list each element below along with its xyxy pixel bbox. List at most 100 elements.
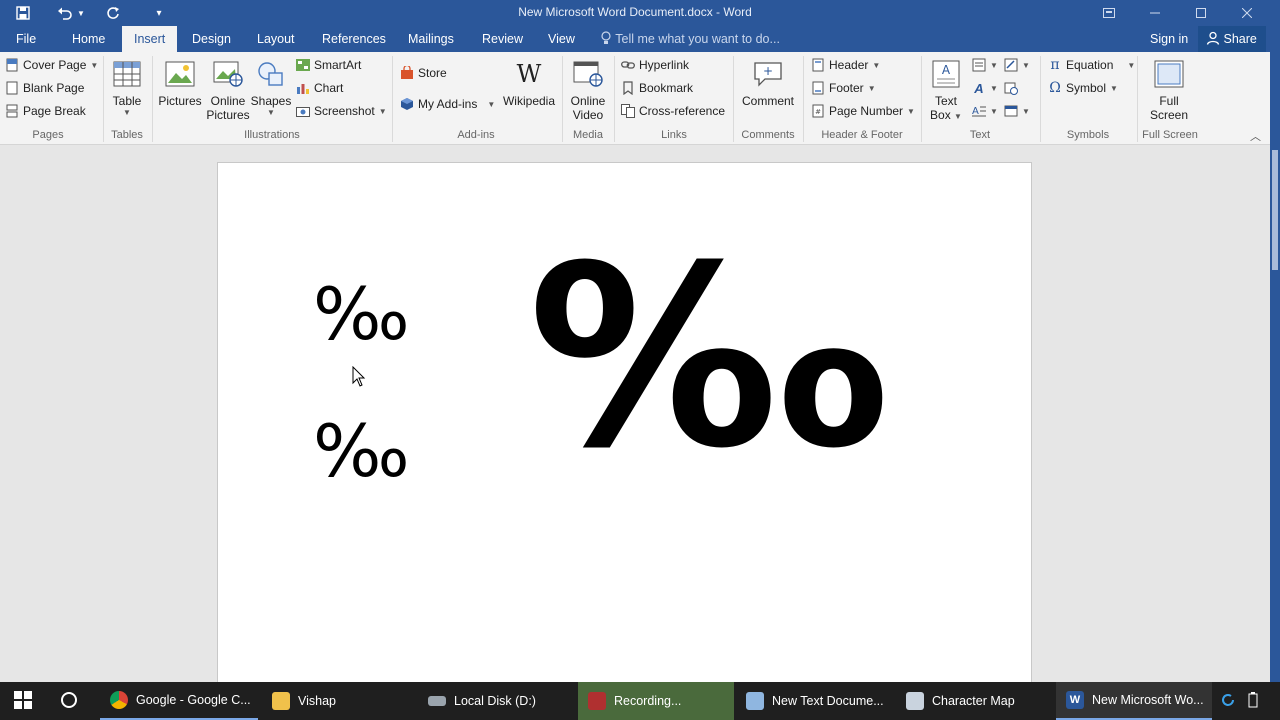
redo-icon[interactable]: [100, 0, 126, 26]
group-label-comments: Comments: [741, 129, 795, 141]
taskbar-item-chrome[interactable]: Google - Google C...: [100, 682, 258, 720]
my-addins-label: My Add-ins: [418, 97, 478, 111]
tell-me-search[interactable]: Tell me what you want to do...: [600, 26, 780, 52]
footer-button[interactable]: Footer ▼: [811, 81, 876, 95]
tab-insert[interactable]: Insert: [122, 26, 178, 52]
pictures-button[interactable]: Pictures: [157, 58, 203, 108]
chevron-down-icon: ▼: [1110, 83, 1118, 93]
page-number-button[interactable]: # Page Number ▼: [811, 104, 915, 118]
text-box-button[interactable]: A Text Box ▼: [926, 58, 966, 122]
shapes-label: Shapes: [250, 94, 292, 108]
cover-page-button[interactable]: Cover Page ▼: [5, 58, 98, 72]
windows-logo-icon: [14, 690, 32, 712]
word-icon: W: [1066, 691, 1084, 709]
wikipedia-button[interactable]: W Wikipedia: [500, 58, 558, 108]
ribbon: Cover Page ▼ Blank Page Page Break Pages …: [0, 52, 1270, 145]
tab-design[interactable]: Design: [180, 26, 243, 52]
scrollbar-thumb[interactable]: [1272, 150, 1278, 270]
customize-qat-icon[interactable]: ▾: [146, 0, 172, 26]
quick-parts-button[interactable]: ▼: [972, 58, 998, 72]
wikipedia-label: Wikipedia: [502, 94, 556, 108]
permille-symbol-large: ‰: [528, 212, 888, 503]
tab-references[interactable]: References: [310, 26, 398, 52]
collapse-ribbon-icon[interactable]: ︿: [1250, 128, 1261, 144]
taskbar-item-local-disk[interactable]: Local Disk (D:): [418, 682, 576, 720]
shapes-button[interactable]: Shapes ▼: [251, 58, 291, 117]
tab-layout[interactable]: Layout: [245, 26, 307, 52]
my-addins-button[interactable]: My Add-ins ▼: [400, 97, 495, 111]
signature-line-button[interactable]: ▼: [1004, 58, 1030, 72]
hyperlink-button[interactable]: Hyperlink: [621, 58, 689, 72]
save-icon[interactable]: [10, 0, 36, 26]
online-video-button[interactable]: Online Video: [566, 58, 610, 122]
refresh-tray-icon: [1220, 692, 1236, 711]
full-screen-label-1: Full: [1159, 94, 1179, 108]
svg-text:A: A: [972, 106, 979, 117]
table-button[interactable]: Table ▼: [108, 58, 146, 117]
chrome-icon: [110, 691, 128, 709]
header-button[interactable]: Header ▼: [811, 58, 880, 72]
chevron-down-icon: ▼: [90, 60, 99, 70]
symbol-button[interactable]: Ω Symbol ▼: [1048, 80, 1118, 96]
smartart-button[interactable]: SmartArt: [296, 58, 361, 72]
text-box-icon: A: [930, 58, 962, 90]
blank-page-button[interactable]: Blank Page: [5, 81, 84, 95]
close-button[interactable]: [1224, 0, 1270, 26]
equation-button[interactable]: π Equation ▼: [1048, 57, 1135, 73]
svg-text:+: +: [763, 64, 773, 78]
chart-button[interactable]: Chart: [296, 81, 343, 95]
comment-button[interactable]: + Comment: [738, 58, 798, 108]
tab-mailings[interactable]: Mailings: [396, 26, 466, 52]
tell-me-text: Tell me what you want to do...: [615, 32, 780, 46]
svg-text:A: A: [942, 63, 951, 77]
object-icon: [1004, 104, 1018, 118]
taskbar-item-notepad[interactable]: New Text Docume...: [736, 682, 894, 720]
cross-reference-button[interactable]: Cross-reference: [621, 104, 725, 118]
group-separator: [733, 56, 734, 142]
tab-review[interactable]: Review: [470, 26, 535, 52]
chart-label: Chart: [314, 81, 344, 95]
maximize-button[interactable]: [1178, 0, 1224, 26]
tab-home[interactable]: Home: [60, 26, 117, 52]
taskbar-item-character-map[interactable]: Character Map: [896, 682, 1054, 720]
sign-in-link[interactable]: Sign in: [1150, 26, 1188, 52]
full-screen-button[interactable]: Full Screen: [1146, 58, 1192, 122]
tab-view[interactable]: View: [536, 26, 587, 52]
chart-icon: [296, 81, 310, 95]
drop-cap-icon: A: [972, 104, 986, 118]
svg-text:#: #: [815, 108, 821, 116]
bookmark-button[interactable]: Bookmark: [621, 81, 693, 95]
cortana-button[interactable]: [50, 682, 94, 720]
online-pictures-button[interactable]: Online Pictures: [205, 58, 251, 122]
drop-cap-button[interactable]: A ▼: [972, 104, 998, 118]
page-break-button[interactable]: Page Break: [5, 104, 86, 118]
object-button[interactable]: ▼: [1004, 104, 1030, 118]
minimize-button[interactable]: [1132, 0, 1178, 26]
wordart-icon: A: [974, 80, 984, 96]
bookmark-label: Bookmark: [639, 81, 694, 95]
group-label-pages: Pages: [32, 129, 64, 141]
taskbar-item-word[interactable]: W New Microsoft Wo...: [1056, 682, 1212, 720]
hyperlink-icon: [621, 58, 635, 72]
vertical-scrollbar[interactable]: [1270, 0, 1280, 682]
tray-battery-icon[interactable]: [1244, 682, 1280, 720]
cover-page-icon: [5, 58, 19, 72]
taskbar-item-vishap[interactable]: Vishap: [262, 682, 412, 720]
taskbar-item-recording[interactable]: Recording...: [578, 682, 734, 720]
person-icon: [1206, 31, 1223, 46]
store-icon: [400, 66, 414, 80]
share-button[interactable]: Share: [1198, 26, 1266, 52]
undo-dropdown-icon[interactable]: ▼: [74, 0, 88, 26]
comment-icon: +: [752, 58, 784, 90]
ribbon-display-options-icon[interactable]: [1086, 0, 1132, 26]
tray-network-icon[interactable]: [1216, 682, 1244, 720]
date-time-button[interactable]: [1004, 81, 1018, 95]
start-button[interactable]: [0, 682, 48, 720]
folder-icon: [272, 692, 290, 710]
store-button[interactable]: Store: [400, 66, 447, 80]
wordart-button[interactable]: A ▼: [972, 80, 998, 96]
page-break-label: Page Break: [23, 104, 86, 118]
tab-file[interactable]: File: [4, 26, 48, 52]
document-page[interactable]: ‰ ‰ ‰: [217, 162, 1032, 702]
screenshot-button[interactable]: Screenshot ▼: [296, 104, 387, 118]
